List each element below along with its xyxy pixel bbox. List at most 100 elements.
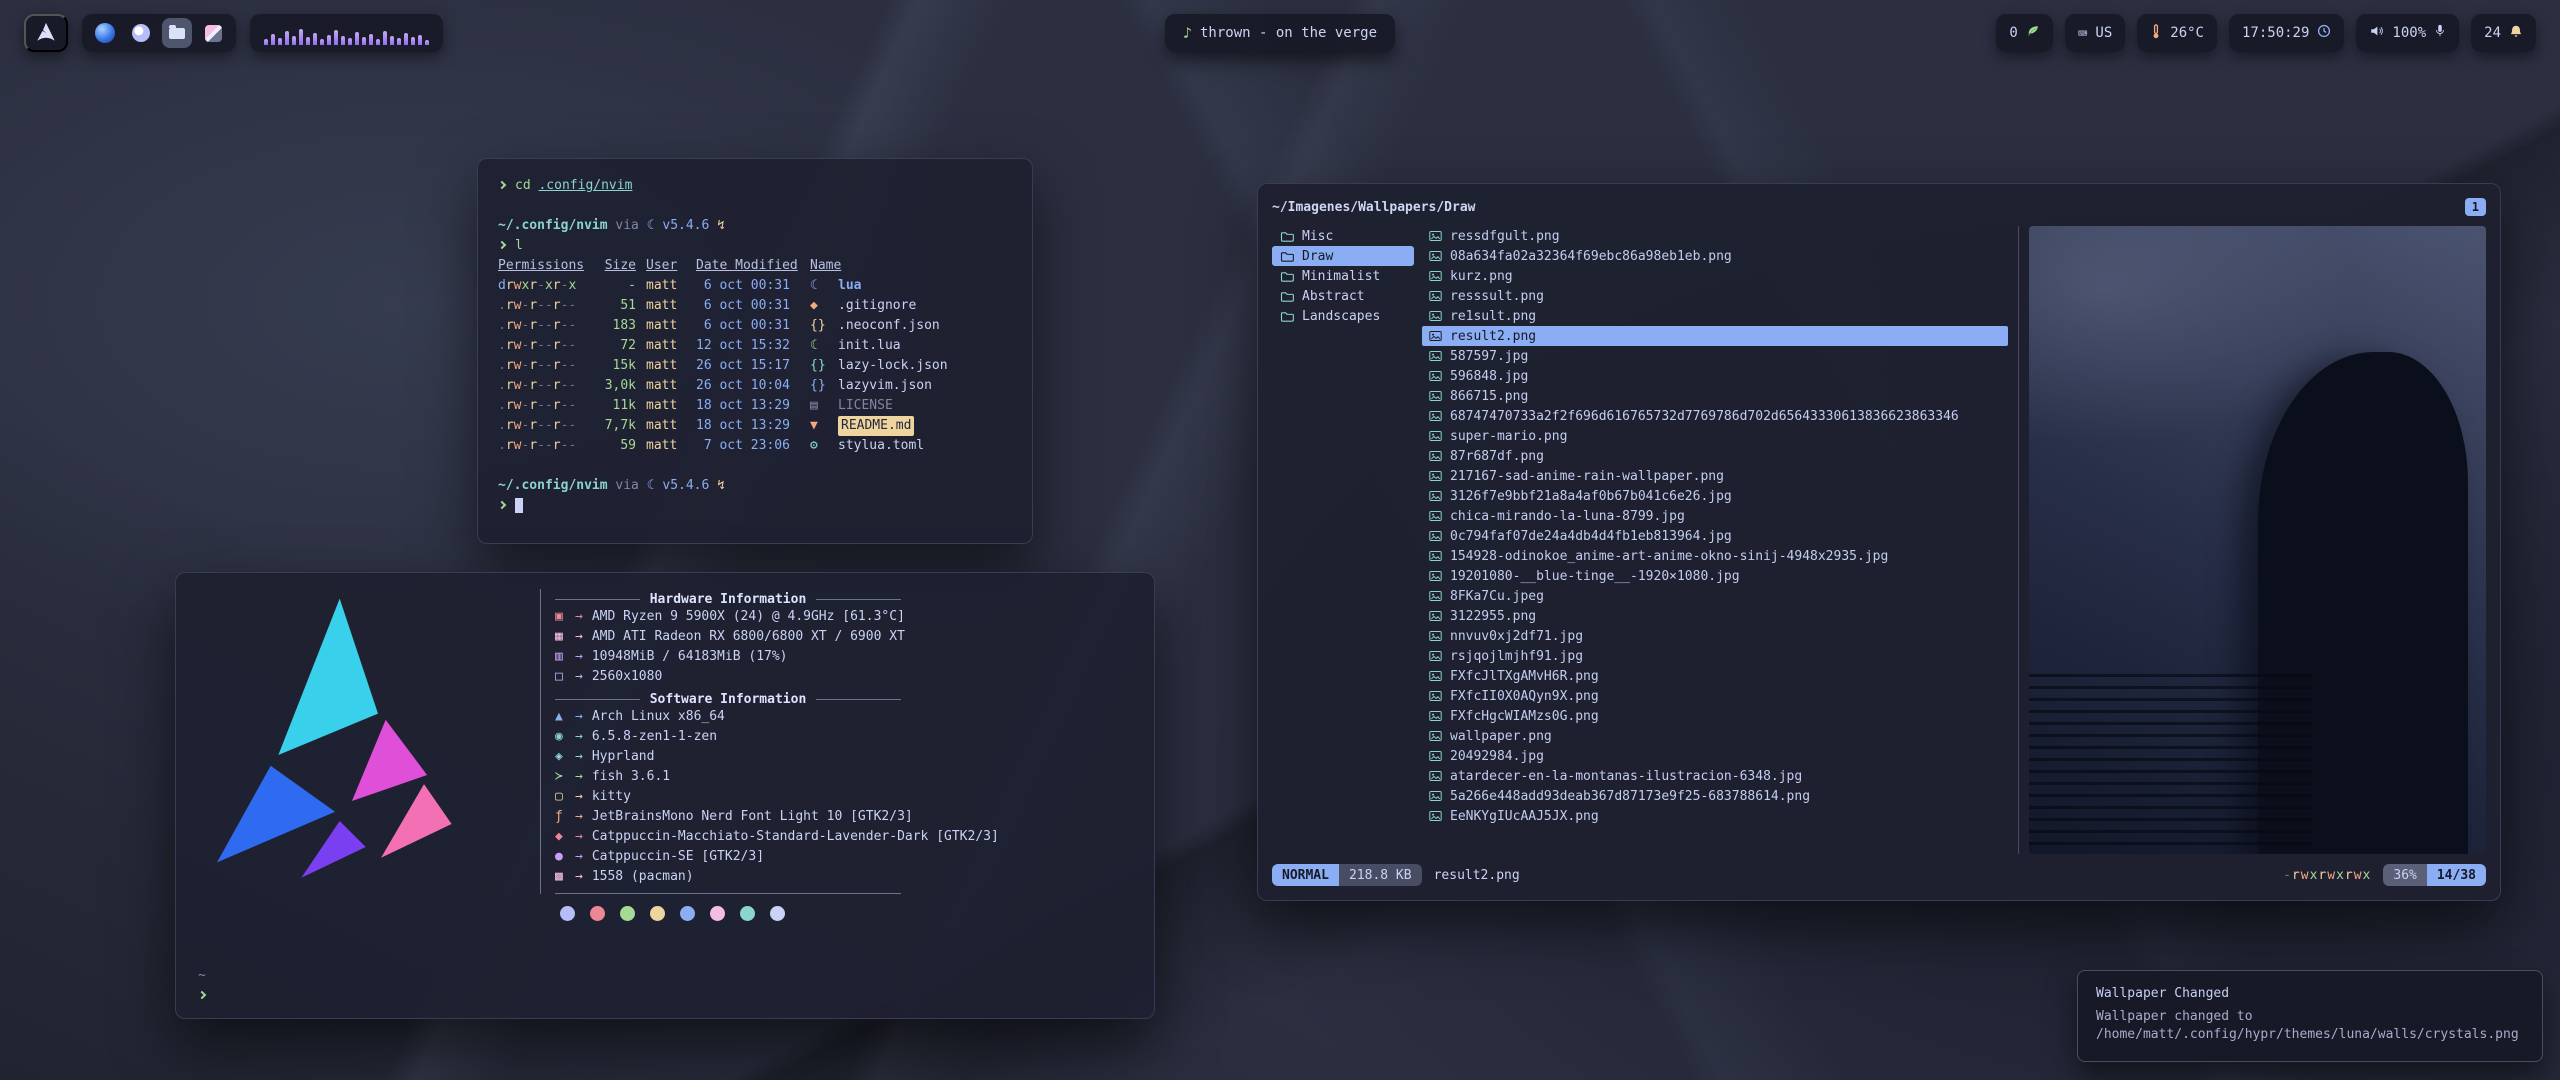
file-row[interactable]: 8FKa7Cu.jpeg — [1422, 586, 2008, 606]
file-row[interactable]: EeNKYgIUcAAJ5JX.png — [1422, 806, 2008, 826]
prompt-dir: ~ — [198, 966, 215, 986]
folder-icon — [1280, 291, 1294, 302]
image-file-icon — [1429, 690, 1442, 702]
fetch-value: AMD ATI Radeon RX 6800/6800 XT / 6900 XT — [592, 629, 905, 644]
fetch-line: ▥→10948MiB / 64183MiB (17%) — [555, 649, 1140, 669]
file-row[interactable]: FXfcJlTXgAMvH6R.png — [1422, 666, 2008, 686]
statusbar-left — [24, 14, 443, 52]
palette-dot — [770, 906, 785, 921]
palette-dot — [680, 906, 695, 921]
file-row[interactable]: 0c794faf07de24a4db4d4fb1eb813964.jpg — [1422, 526, 2008, 546]
ls-row: .rw-r--r--59matt 7 oct 23:06⚙stylua.toml — [498, 436, 1012, 456]
file-row[interactable]: 19201080-__blue-tinge__-1920×1080.jpg — [1422, 566, 2008, 586]
image-file-icon — [1429, 570, 1442, 582]
folder-name: Misc — [1302, 229, 1333, 244]
file-row[interactable]: super-mario.png — [1422, 426, 2008, 446]
sidebar-folder[interactable]: Draw — [1272, 246, 1414, 266]
file-row[interactable]: 866715.png — [1422, 386, 2008, 406]
prompt-input-line[interactable] — [198, 986, 215, 1006]
fetch-value: 10948MiB / 64183MiB (17%) — [592, 649, 788, 664]
chat-icon[interactable] — [126, 18, 156, 48]
file-size: 59 — [596, 436, 636, 456]
file-row[interactable]: result2.png — [1422, 326, 2008, 346]
file-manager-window[interactable]: ~/Imagenes/Wallpapers/Draw 1 Misc DrawMin… — [1257, 183, 2501, 901]
fetch-line: □→2560x1080 — [555, 669, 1140, 689]
file-row[interactable]: nnvuv0xj2df71.jpg — [1422, 626, 2008, 646]
file-manager-status-bar: NORMAL 218.8 KB result2.png -rwxrwxrwx 3… — [1272, 862, 2486, 888]
file-row[interactable]: ressdfgult.png — [1422, 226, 2008, 246]
file-row[interactable]: 3122955.png — [1422, 606, 2008, 626]
file-row[interactable]: wallpaper.png — [1422, 726, 2008, 746]
prompt-chevron-icon — [498, 501, 506, 509]
clock-widget[interactable]: 17:50:29 — [2229, 14, 2344, 52]
icons-icon: ● — [555, 849, 575, 864]
file-row[interactable]: kurz.png — [1422, 266, 2008, 286]
file-row[interactable]: 68747470733a2f2f696d616765732d7769786d70… — [1422, 406, 2008, 426]
volume-widget[interactable]: 100% — [2356, 14, 2459, 52]
file-owner: matt — [646, 416, 686, 436]
arrow-icon: → — [575, 789, 583, 804]
sidebar-folder[interactable]: Landscapes — [1272, 306, 1414, 326]
file-row[interactable]: 587597.jpg — [1422, 346, 2008, 366]
os-icon: ▲ — [555, 709, 575, 724]
launcher-button[interactable] — [24, 14, 68, 52]
crystal-logo — [194, 589, 470, 895]
image-file-icon — [1429, 530, 1442, 542]
file-row[interactable]: re1sult.png — [1422, 306, 2008, 326]
file-row[interactable]: resssult.png — [1422, 286, 2008, 306]
sidebar-folder[interactable]: Minimalist — [1272, 266, 1414, 286]
file-row[interactable]: 3126f7e9bbf21a8a4af0b67b041c6e26.jpg — [1422, 486, 2008, 506]
permissions: .rw-r--r-- — [498, 436, 586, 456]
tab-badge[interactable]: 1 — [2465, 198, 2486, 216]
notifications-widget[interactable]: 24 — [2471, 14, 2536, 52]
browser-icon[interactable] — [90, 18, 120, 48]
json-icon: {} — [810, 356, 828, 376]
sidebar-folder[interactable]: Abstract — [1272, 286, 1414, 306]
file-row[interactable]: chica-mirando-la-luna-8799.jpg — [1422, 506, 2008, 526]
folder-icon — [1280, 231, 1294, 242]
updates-widget[interactable]: 0 — [1996, 14, 2052, 52]
fetch-terminal-window[interactable]: Hardware Information ▣→AMD Ryzen 9 5900X… — [175, 572, 1155, 1019]
fetch-line: ▢→kitty — [555, 789, 1140, 809]
visualizer-bar — [348, 38, 352, 45]
date-modified: 6 oct 00:31 — [696, 316, 800, 336]
notification-body: Wallpaper changed to /home/matt/.config/… — [2096, 1008, 2524, 1044]
file-row[interactable]: 5a266e448add93deab367d87173e9f25-6837886… — [1422, 786, 2008, 806]
file-row[interactable]: 154928-odinokoe_anime-art-anime-okno-sin… — [1422, 546, 2008, 566]
terminal-window[interactable]: cd .config/nvim ~/.config/nvim via ☾ v5.… — [477, 158, 1033, 544]
file-row[interactable]: atardecer-en-la-montanas-ilustracion-634… — [1422, 766, 2008, 786]
file-row[interactable]: 87r687df.png — [1422, 446, 2008, 466]
paint-icon[interactable] — [198, 18, 228, 48]
visualizer-bar — [341, 36, 345, 45]
file-row[interactable]: FXfcHgcWIAMzs0G.png — [1422, 706, 2008, 726]
clock-time: 17:50:29 — [2242, 25, 2309, 41]
json-icon: {} — [810, 316, 828, 336]
file-name: nnvuv0xj2df71.jpg — [1450, 629, 1583, 644]
temperature-widget[interactable]: 26°C — [2137, 14, 2217, 52]
sidebar-folder[interactable]: Misc — [1272, 226, 1414, 246]
image-file-icon — [1429, 330, 1442, 342]
bolt-icon: ↯ — [717, 218, 725, 233]
file-name: 8FKa7Cu.jpeg — [1450, 589, 1544, 604]
file-row[interactable]: rsjqojlmjhf91.jpg — [1422, 646, 2008, 666]
file-row[interactable]: 596848.jpg — [1422, 366, 2008, 386]
permissions: .rw-r--r-- — [498, 336, 586, 356]
file-row[interactable]: 20492984.jpg — [1422, 746, 2008, 766]
file-row[interactable]: FXfcII0X0AQyn9X.png — [1422, 686, 2008, 706]
visualizer-bar — [376, 39, 380, 45]
files-icon[interactable] — [162, 18, 192, 48]
file-name: 587597.jpg — [1450, 349, 1528, 364]
file-name: 866715.png — [1450, 389, 1528, 404]
notification-popup[interactable]: Wallpaper Changed Wallpaper changed to /… — [2077, 970, 2543, 1062]
display-icon: □ — [555, 669, 575, 684]
visualizer-bar — [285, 31, 289, 45]
image-file-icon — [1429, 670, 1442, 682]
file-manager-header: ~/Imagenes/Wallpapers/Draw 1 — [1272, 196, 2486, 218]
image-file-icon — [1429, 290, 1442, 302]
file-row[interactable]: 08a634fa02a32364f69ebc86a98eb1eb.png — [1422, 246, 2008, 266]
media-player-widget[interactable]: ♪ thrown - on the verge — [1165, 14, 1395, 52]
file-row[interactable]: 217167-sad-anime-rain-wallpaper.png — [1422, 466, 2008, 486]
keyboard-layout-widget[interactable]: ⌨ US — [2065, 14, 2126, 52]
image-file-icon — [1429, 490, 1442, 502]
prompt-input-line[interactable] — [498, 496, 1012, 516]
